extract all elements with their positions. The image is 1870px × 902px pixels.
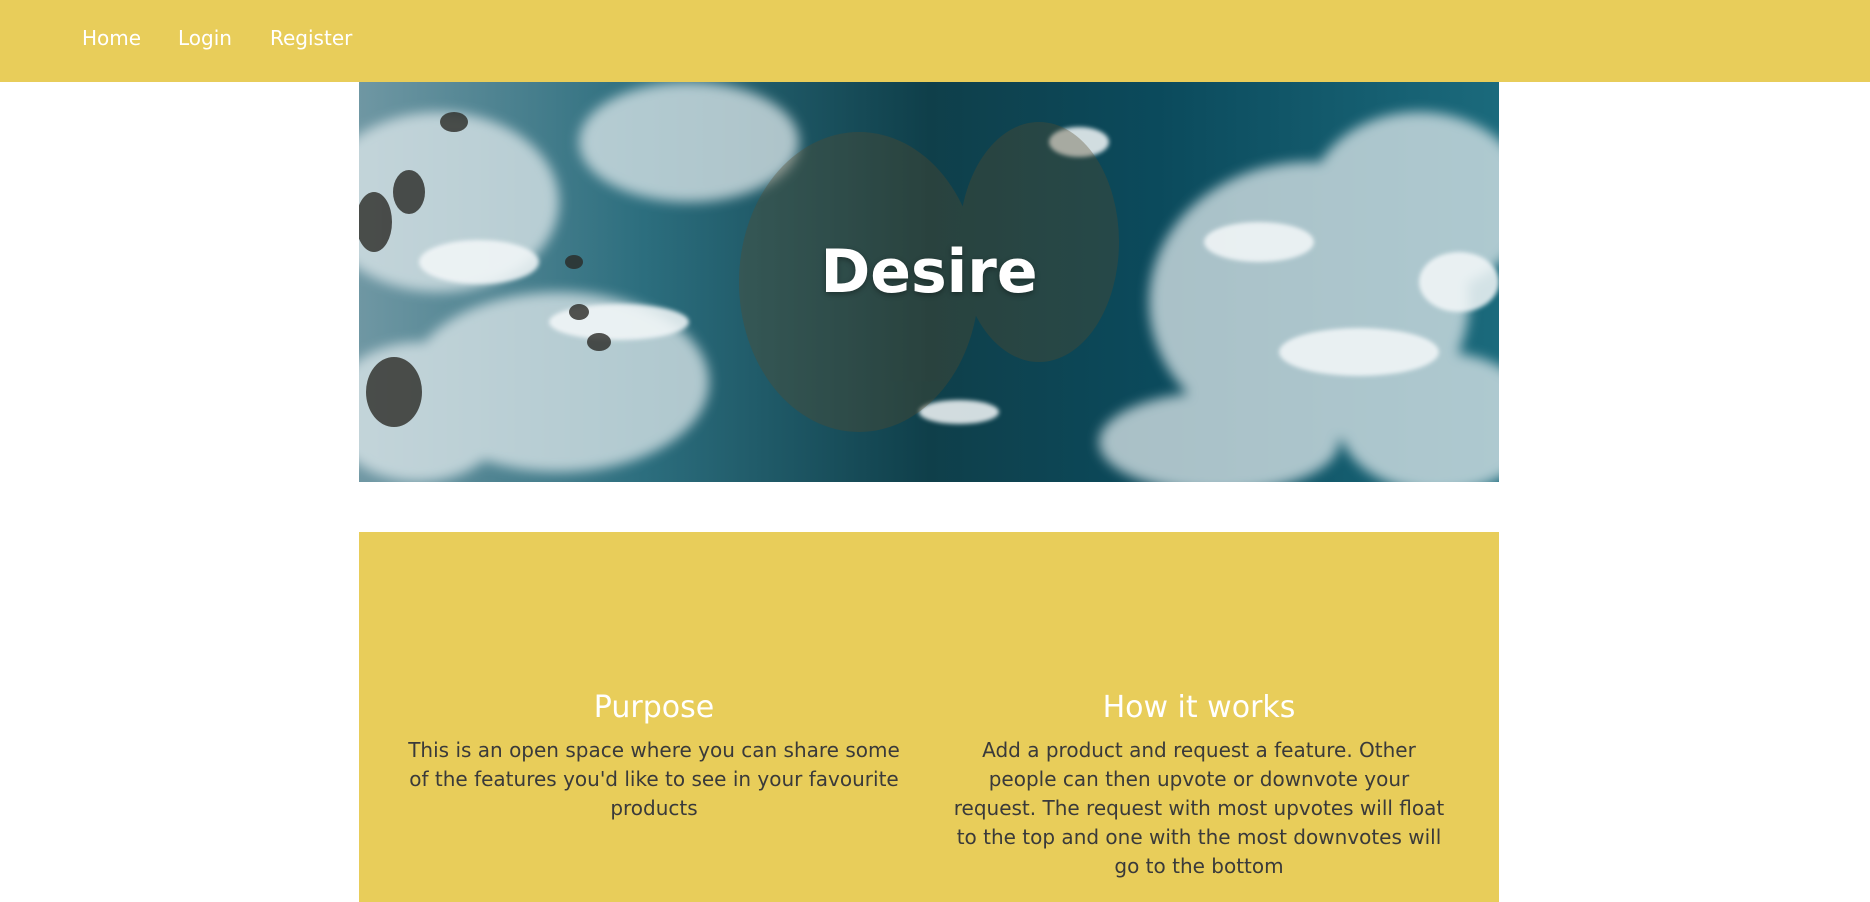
nav-link-register[interactable]: Register [270,26,352,50]
nav-link-login[interactable]: Login [178,26,232,50]
info-panel: Purpose This is an open space where you … [359,532,1499,902]
purpose-heading: Purpose [593,690,715,725]
top-navbar: Home Login Register [0,0,1870,82]
hero-title: Desire [820,237,1038,307]
how-it-works-column: How it works Add a product and request a… [949,690,1449,881]
purpose-column: Purpose This is an open space where you … [404,690,904,823]
purpose-text: This is an open space where you can shar… [408,738,900,820]
nav-link-home[interactable]: Home [82,26,141,50]
how-it-works-text: Add a product and request a feature. Oth… [953,738,1445,878]
how-it-works-heading: How it works [1102,690,1296,725]
hero-banner: Desire [359,82,1499,482]
